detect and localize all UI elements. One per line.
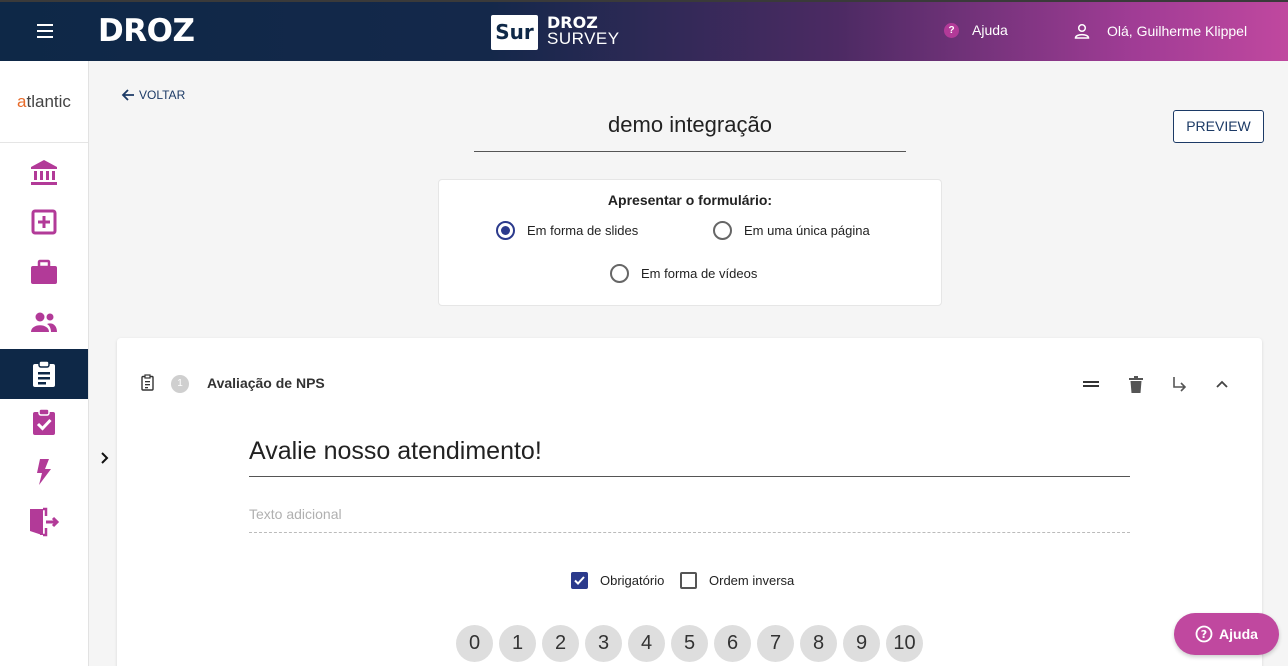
presentation-options-panel: Apresentar o formulário: Em forma de sli… xyxy=(438,179,942,306)
question-number-badge: 1 xyxy=(171,375,189,393)
sidebar-item-automation[interactable] xyxy=(0,447,88,497)
clipboard-small-icon xyxy=(141,374,154,396)
radio-single-page[interactable]: Em uma única página xyxy=(713,221,870,240)
question-title-input[interactable] xyxy=(249,437,1130,466)
drag-handle-icon[interactable] xyxy=(1080,373,1102,395)
user-icon xyxy=(1074,23,1090,39)
radio-videos[interactable]: Em forma de vídeos xyxy=(610,264,757,283)
radio-slides-label: Em forma de slides xyxy=(527,223,639,238)
nps-option-0[interactable]: 0 xyxy=(456,625,493,662)
sidebar-item-logout[interactable] xyxy=(0,497,88,547)
nps-option-10[interactable]: 10 xyxy=(886,625,923,662)
user-greeting: Olá, Guilherme Klippel xyxy=(1107,23,1248,39)
svg-text:?: ? xyxy=(1201,628,1207,641)
reverse-order-checkbox[interactable]: Ordem inversa xyxy=(680,572,794,589)
branch-arrow-icon[interactable] xyxy=(1168,373,1190,395)
client-logo: a tlantic xyxy=(0,61,88,143)
back-link[interactable]: VOLTAR xyxy=(120,87,185,103)
client-logo-accent: a xyxy=(17,91,27,111)
nps-option-4[interactable]: 4 xyxy=(628,625,665,662)
chevron-right-icon[interactable] xyxy=(99,451,111,470)
bank-icon xyxy=(31,160,57,185)
menu-icon[interactable] xyxy=(37,24,53,38)
nps-option-9[interactable]: 9 xyxy=(843,625,880,662)
trash-icon[interactable] xyxy=(1125,373,1147,395)
presentation-title: Apresentar o formulário: xyxy=(607,192,773,208)
help-fab-label: Ajuda xyxy=(1219,626,1258,642)
user-menu[interactable]: Olá, Guilherme Klippel xyxy=(1074,23,1247,39)
clipboard-icon xyxy=(33,360,55,387)
nps-option-1[interactable]: 1 xyxy=(499,625,536,662)
droz-logo: DROZ xyxy=(98,13,195,49)
help-fab-button[interactable]: ? Ajuda xyxy=(1174,613,1279,655)
collapse-chevron-icon[interactable] xyxy=(1211,373,1233,395)
preview-button[interactable]: PREVIEW xyxy=(1173,110,1264,143)
add-box-icon xyxy=(31,209,57,235)
radio-unselected-icon xyxy=(713,221,732,240)
survey-logo-line2: SURVEY xyxy=(547,29,620,48)
radio-slides[interactable]: Em forma de slides xyxy=(496,221,638,240)
nps-option-6[interactable]: 6 xyxy=(714,625,751,662)
question-extra-wrap xyxy=(249,506,1130,533)
survey-name-field-wrap xyxy=(474,112,906,152)
survey-logo-badge: Sur xyxy=(491,15,538,50)
question-title-wrap xyxy=(249,437,1130,477)
additional-text-input[interactable] xyxy=(249,506,1130,522)
survey-logo-text: DROZ SURVEY xyxy=(547,15,620,48)
nps-option-3[interactable]: 3 xyxy=(585,625,622,662)
exit-door-icon xyxy=(30,507,60,537)
sidebar-item-surveys[interactable] xyxy=(0,349,88,399)
help-circle-icon: ? xyxy=(1195,625,1213,643)
help-link[interactable]: ? Ajuda xyxy=(944,22,1008,38)
nps-option-7[interactable]: 7 xyxy=(757,625,794,662)
client-logo-text: tlantic xyxy=(26,91,71,111)
radio-selected-icon xyxy=(496,221,515,240)
help-link-label: Ajuda xyxy=(972,22,1008,38)
sidebar-item-briefcase[interactable] xyxy=(0,247,88,297)
back-label: VOLTAR xyxy=(139,88,186,102)
sidebar-item-add[interactable] xyxy=(0,197,88,247)
required-checkbox[interactable]: Obrigatório xyxy=(571,572,664,589)
nps-option-2[interactable]: 2 xyxy=(542,625,579,662)
sidebar: a tlantic xyxy=(0,61,89,666)
arrow-left-icon xyxy=(121,89,134,101)
radio-videos-label: Em forma de vídeos xyxy=(641,266,758,281)
question-type-label: Avaliação de NPS xyxy=(207,375,325,391)
sidebar-item-tasks[interactable] xyxy=(0,397,88,447)
help-icon: ? xyxy=(944,22,959,38)
nps-option-8[interactable]: 8 xyxy=(800,625,837,662)
radio-single-page-label: Em uma única página xyxy=(744,223,870,238)
sidebar-item-people[interactable] xyxy=(0,297,88,347)
lightning-icon xyxy=(37,459,51,485)
briefcase-icon xyxy=(31,259,57,284)
required-label: Obrigatório xyxy=(600,573,665,588)
radio-unselected-icon xyxy=(610,264,629,283)
reverse-order-label: Ordem inversa xyxy=(709,573,795,588)
checkbox-checked-icon xyxy=(571,572,588,589)
survey-name-input[interactable] xyxy=(474,112,906,138)
nps-option-5[interactable]: 5 xyxy=(671,625,708,662)
top-bar: DROZ Sur DROZ SURVEY ? Ajuda Olá, Guilhe… xyxy=(0,0,1288,61)
people-icon xyxy=(31,312,57,332)
assignment-check-icon xyxy=(33,408,55,435)
checkbox-unchecked-icon xyxy=(680,572,697,589)
sidebar-item-bank[interactable] xyxy=(0,147,88,197)
